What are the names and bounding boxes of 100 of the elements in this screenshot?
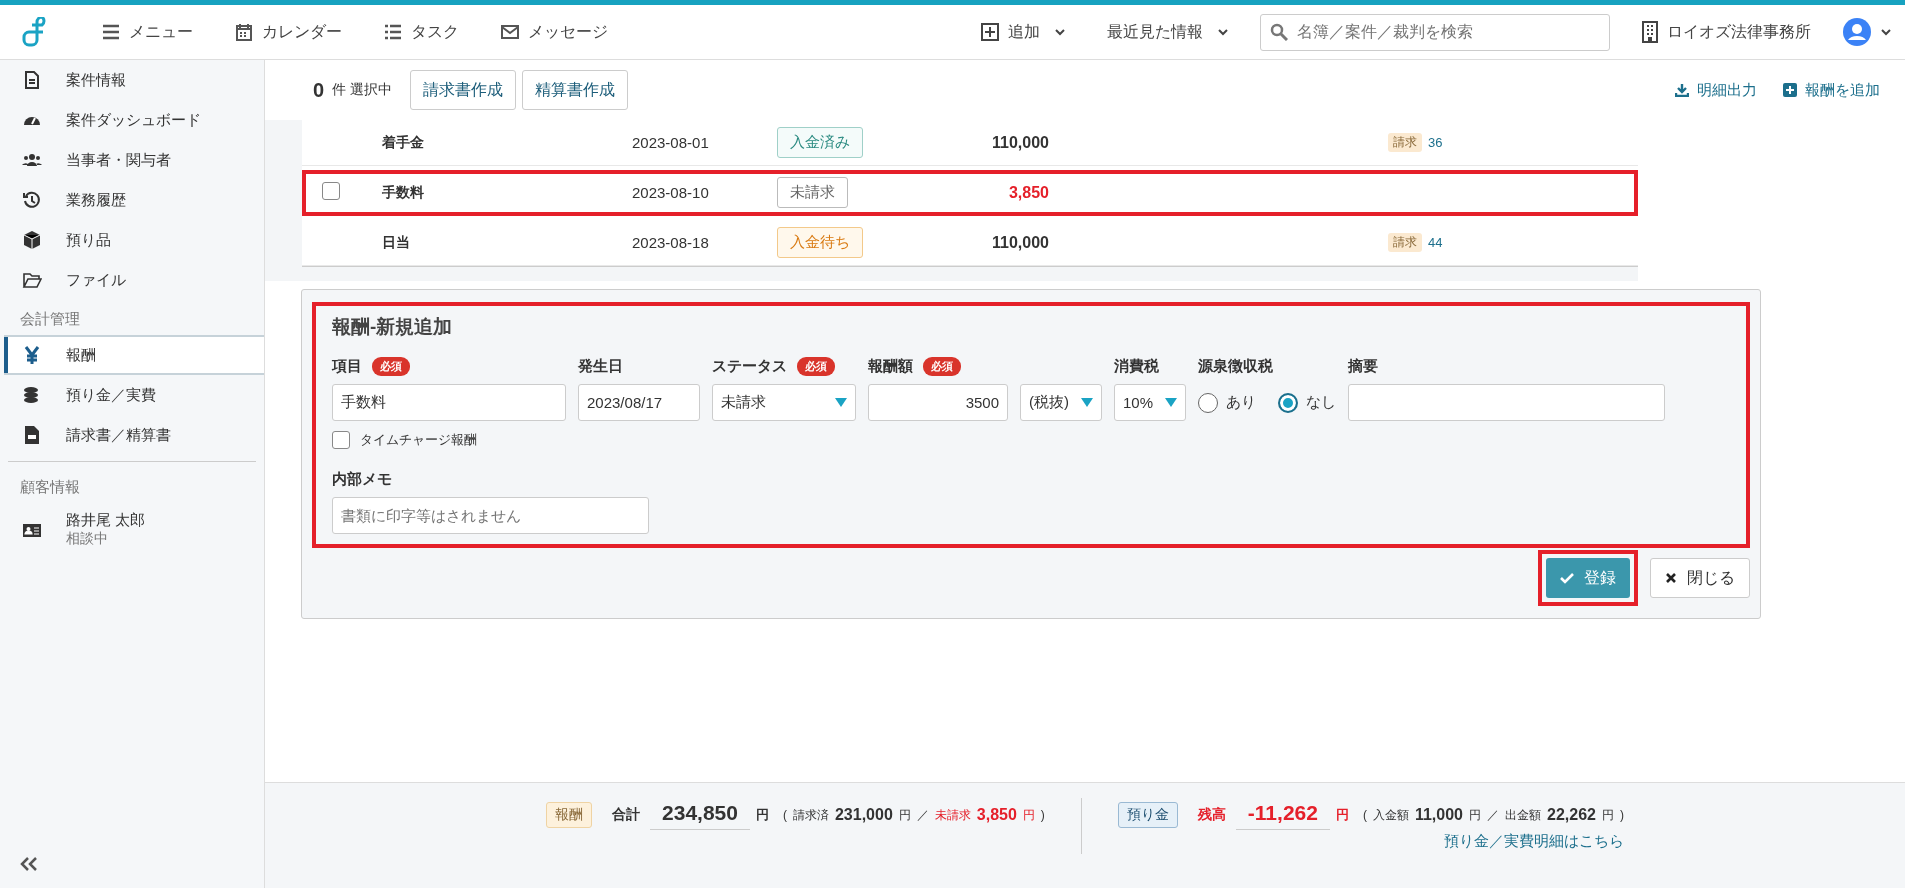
invoice-link[interactable]: 44 [1428,235,1443,250]
field-label: ステータス [712,356,787,376]
history-icon [22,190,42,210]
add-menu[interactable]: 追加 [971,15,1075,49]
table-cell-text: 110,000 [991,233,1049,252]
fee-tag: 報酬 [546,802,593,828]
sidebar-item[interactable]: 案件情報 [0,60,264,100]
memo-field[interactable]: 書類に印字等はされません [332,497,649,534]
export-link[interactable]: 明細出力 [1675,80,1757,100]
balance-label: 残高 [1197,806,1226,824]
income-label: 入金額 [1372,806,1409,824]
download-icon [1675,83,1689,97]
invoice-tag: 請求 [1388,133,1422,152]
separator: ／ [1487,806,1499,824]
create-document-button[interactable]: 精算書作成 [522,70,628,110]
nav-item[interactable]: メニュー [92,15,203,49]
building-icon [1642,21,1658,43]
deposit-tag: 預り金 [1117,802,1178,828]
nav-item[interactable]: メッセージ [491,15,618,49]
total-value: 234,850 [650,800,750,830]
paren: ( [782,808,787,822]
separator: ／ [916,806,929,824]
unbilled-label: 未請求 [934,806,971,824]
expense-label: 出金額 [1505,806,1541,824]
avatar-icon [1843,18,1871,46]
withholding-radio[interactable]: なし [1278,392,1336,413]
nav-item[interactable]: カレンダー [225,15,352,49]
time-charge-checkbox[interactable]: タイムチャージ報酬 [332,431,566,449]
list-icon [384,23,402,41]
income-value: 11,000 [1414,806,1463,824]
form-title: 報酬-新規追加 [332,315,454,339]
table-cell-text: 手数料 [382,183,425,202]
sidebar-item[interactable]: ファイル [0,260,264,300]
client-status: 相談中 [66,530,109,548]
sidebar-item[interactable]: 預り品 [0,220,264,260]
invoice-icon [22,425,42,445]
field-label: 消費税 [1114,356,1159,376]
sidebar-item[interactable]: 当事者・関与者 [0,140,264,180]
table-cell-text: 日当 [382,233,411,252]
balance-value: -11,262 [1235,800,1330,830]
selected-label: 件 選択中 [332,81,392,99]
sidebar-item[interactable]: 請求書／精算書 [0,415,264,455]
required-badge: 必須 [923,356,961,376]
chevron-down-icon [1055,27,1065,37]
unit-label: 円 [1022,806,1035,824]
table-cell-text: 110,000 [991,133,1049,152]
office-menu[interactable]: ロイオズ法律事務所 [1632,15,1821,49]
withholding-radio[interactable]: あり [1198,392,1256,413]
status-badge: 未請求 [777,177,848,208]
field-label: 内部メモ [332,469,392,489]
total-label: 合計 [612,806,641,824]
chevron-down-icon [1218,27,1228,37]
paren: ) [1619,808,1624,822]
sidebar-item[interactable]: 預り金／実費 [0,375,264,415]
table-cell-text: 着手金 [382,133,425,152]
calendar-icon [235,23,253,41]
section-header: 顧客情報 [19,477,81,497]
sidebar-item[interactable]: 案件ダッシュボード [0,100,264,140]
add-fee-link[interactable]: 報酬を追加 [1783,80,1880,100]
recent-menu[interactable]: 最近見た情報 [1097,15,1238,49]
tax-rate-select[interactable]: 10% [1114,384,1186,421]
summary-field[interactable] [1348,384,1665,421]
table-cell-text: 2023-08-01 [632,134,710,151]
row-checkbox[interactable] [322,181,340,200]
unit-label: 円 [1469,806,1481,824]
plus-icon [1783,83,1797,97]
unit-label: 円 [1601,806,1614,824]
unit-label: 円 [898,806,911,824]
yen-icon [22,345,42,365]
status-select[interactable]: 未請求 [712,384,856,421]
sidebar-item[interactable]: 報酬 [4,335,264,375]
required-badge: 必須 [372,356,410,376]
close-button[interactable]: 閉じる [1650,558,1750,598]
plus-box-icon [981,23,999,41]
amount-field[interactable]: 3500 [868,384,1008,421]
mail-icon [501,23,519,41]
menu-icon [102,23,120,41]
search-field[interactable]: 名簿／案件／裁判を検索 [1260,13,1610,51]
box-icon [22,230,42,250]
folder-icon [22,270,42,290]
item-field[interactable]: 手数料 [332,384,566,421]
nav-item[interactable]: タスク [374,15,469,49]
paren: ( [1362,808,1367,822]
tax-mode-select[interactable]: (税抜) [1020,384,1102,421]
client-name[interactable]: 路井尾 太郎 [66,511,146,530]
required-badge: 必須 [797,356,835,376]
invoice-link[interactable]: 36 [1428,135,1443,150]
invoice-tag: 請求 [1388,233,1422,252]
table-cell-text: 3,850 [1007,183,1049,202]
date-field[interactable]: 2023/08/17 [578,384,700,421]
sidebar-item[interactable]: 業務履歴 [0,180,264,220]
table-cell-text: 2023-08-18 [632,234,710,251]
unbilled-value: 3,850 [976,806,1017,824]
section-header: 会計管理 [19,309,81,329]
create-document-button[interactable]: 請求書作成 [410,70,516,110]
deposit-detail-link[interactable]: 預り金／実費明細はこちら [1443,832,1624,851]
paren: ) [1040,808,1045,822]
billed-label: 請求済 [792,806,829,824]
expense-value: 22,262 [1547,806,1596,824]
user-menu[interactable] [1843,18,1891,46]
